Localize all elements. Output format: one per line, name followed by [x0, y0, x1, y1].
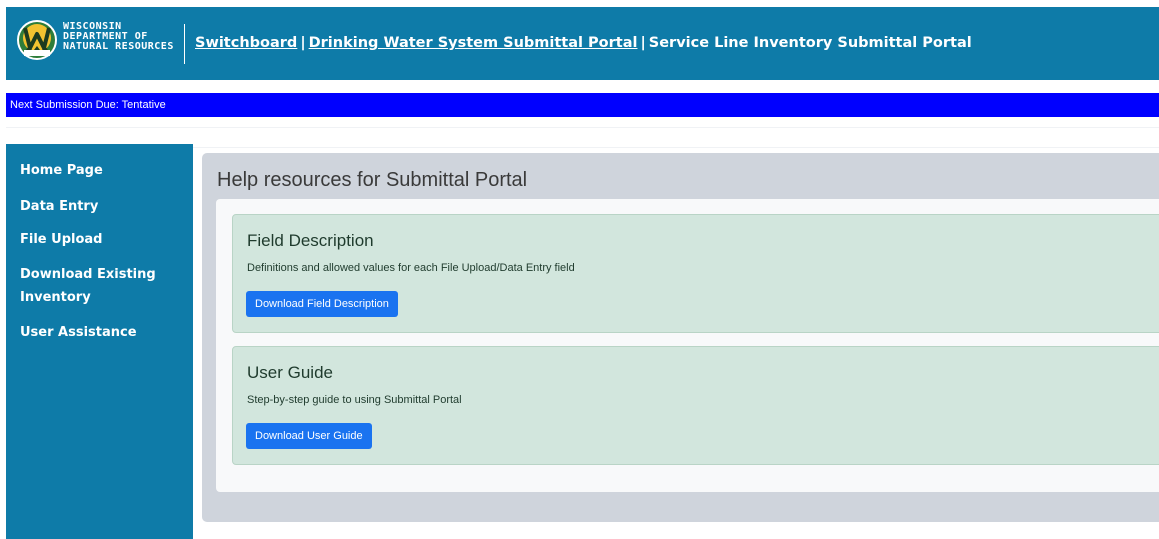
user-guide-card: User Guide Step-by-step guide to using S… [232, 346, 1159, 465]
sidebar-item-download-existing-inventory[interactable]: Download Existing [20, 263, 156, 286]
sidebar-item-data-entry[interactable]: Data Entry [20, 195, 98, 218]
current-page-title: Service Line Inventory Submittal Portal [648, 35, 972, 51]
field-description-card: Field Description Definitions and allowe… [232, 214, 1159, 333]
drinking-water-portal-link[interactable]: Drinking Water System Submittal Portal [309, 35, 638, 51]
switchboard-link[interactable]: Switchboard [195, 35, 297, 51]
agency-name-line-3: NATURAL RESOURCES [63, 41, 174, 52]
sidebar-item-download-existing-inventory-line-2[interactable]: Inventory [20, 286, 91, 309]
submission-due-text: Next Submission Due: Tentative [10, 99, 166, 111]
help-resources-container: Field Description Definitions and allowe… [216, 199, 1159, 492]
card-description: Definitions and allowed values for each … [247, 262, 575, 274]
breadcrumb-separator: | [300, 35, 306, 51]
card-heading: User Guide [247, 363, 333, 382]
dnr-logo-icon[interactable] [16, 16, 58, 70]
card-description: Step-by-step guide to using Submittal Po… [247, 394, 462, 406]
page-title: Help resources for Submittal Portal [217, 169, 528, 191]
sidebar-item-file-upload[interactable]: File Upload [20, 228, 102, 251]
sidebar-item-home-page[interactable]: Home Page [20, 159, 103, 182]
breadcrumb-separator: | [640, 35, 646, 51]
download-user-guide-button[interactable]: Download User Guide [246, 423, 372, 449]
breadcrumb: Switchboard | Drinking Water System Submit… [195, 35, 972, 51]
submission-due-banner: Next Submission Due: Tentative [6, 93, 1159, 117]
help-resources-panel: Help resources for Submittal Portal Fiel… [202, 153, 1159, 522]
header-divider [184, 24, 185, 64]
card-heading: Field Description [247, 231, 374, 250]
top-header: WISCONSIN DEPARTMENT OF NATURAL RESOURCE… [6, 7, 1159, 80]
agency-name: WISCONSIN DEPARTMENT OF NATURAL RESOURCE… [63, 22, 174, 52]
sidebar: Home Page Data Entry File Upload Downloa… [6, 144, 193, 539]
sidebar-item-user-assistance[interactable]: User Assistance [20, 321, 137, 344]
download-field-description-button[interactable]: Download Field Description [246, 291, 398, 317]
